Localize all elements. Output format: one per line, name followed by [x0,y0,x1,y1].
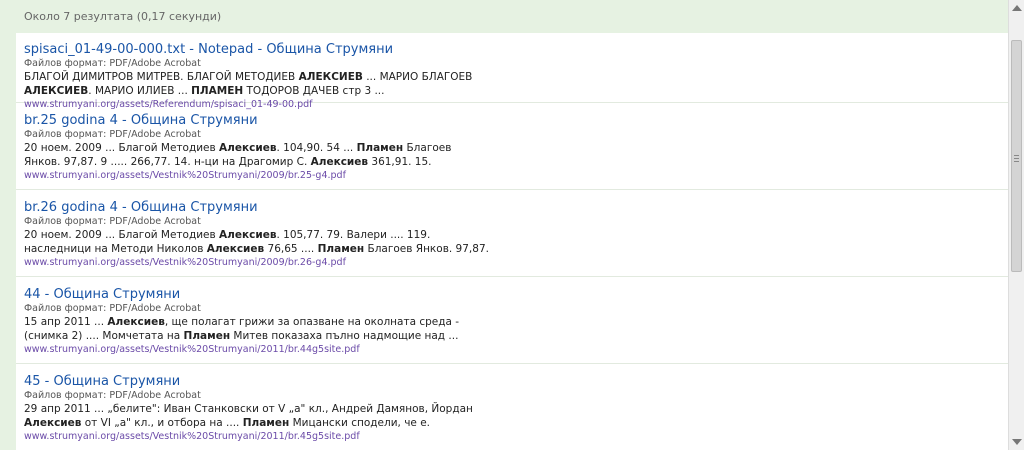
result-snippet-line: 29 апр 2011 ... „белите": Иван Станковск… [24,402,1000,416]
snippet-text: 361,91. 15. [368,156,432,168]
vertical-scrollbar[interactable] [1008,0,1024,450]
snippet-highlight: Пламен [242,417,290,429]
result-title-link[interactable]: 44 - Община Струмяни [24,287,1000,303]
snippet-highlight: Пламен [317,243,365,255]
scroll-down-arrow-icon[interactable] [1012,439,1022,445]
snippet-text: Мицански сподели, че е. [289,417,431,429]
file-format-label: Файлов формат: PDF/Adobe Acrobat [24,129,201,140]
snippet-text: . 104,90. 54 ... [276,142,357,154]
snippet-text: . 105,77. 79. Валери .... 119. [276,229,431,241]
search-result: 45 - Община Струмяни Файлов формат: PDF/A… [16,364,1008,450]
result-title-link[interactable]: 45 - Община Струмяни [24,374,1000,390]
result-url[interactable]: www.strumyani.org/assets/Vestnik%20Strum… [24,430,1000,443]
search-result: br.26 godina 4 - Община Струмяни Файлов ф… [16,190,1008,277]
result-url[interactable]: www.strumyani.org/assets/Vestnik%20Strum… [24,343,1000,356]
snippet-text: 15 апр 2011 ... [24,316,108,328]
snippet-text: ТОДОРОВ ДАЧЕВ стр 3 ... [243,85,385,97]
result-snippet-line: (снимка 2) .... Момчетата на Пламен Мите… [24,329,1000,343]
scroll-up-arrow-icon[interactable] [1012,5,1022,11]
snippet-text: Благоев [403,142,452,154]
snippet-text: ... МАРИО БЛАГОЕВ [362,71,473,83]
snippet-text: (снимка 2) .... Момчетата на [24,330,184,342]
snippet-highlight: Алексиев [24,417,82,429]
file-format-label: Файлов формат: PDF/Adobe Acrobat [24,216,201,227]
snippet-highlight: ПЛАМЕН [191,85,244,97]
results-panel: spisaci_01-49-00-000.txt - Notepad - Общ… [16,33,1008,450]
result-snippet-line: 20 ноем. 2009 ... Благой Методиев Алекси… [24,141,1000,155]
snippet-text: 20 ноем. 2009 ... Благой Методиев [24,229,220,241]
result-snippet-line: наследници на Методи Николов Алексиев 76… [24,242,1000,256]
snippet-highlight: АЛЕКСИЕВ [298,71,363,83]
result-snippet-line: БЛАГОЙ ДИМИТРОВ МИТРЕВ. БЛАГОЙ МЕТОДИЕВ … [24,70,1000,84]
grip-icon [1014,155,1019,156]
snippet-highlight: АЛЕКСИЕВ [24,85,89,97]
snippet-highlight: Алексиев [219,229,277,241]
search-result: spisaci_01-49-00-000.txt - Notepad - Общ… [16,33,1008,110]
snippet-highlight: Пламен [356,142,404,154]
result-snippet-line: 20 ноем. 2009 ... Благой Методиев Алекси… [24,228,1000,242]
result-title-link[interactable]: br.26 godina 4 - Община Струмяни [24,200,1000,216]
result-title-link[interactable]: spisaci_01-49-00-000.txt - Notepad - Общ… [24,42,1000,58]
snippet-highlight: Алексиев [107,316,165,328]
scrollbar-thumb[interactable] [1011,40,1022,272]
snippet-text: , ще полагат грижи за опазване на околна… [164,316,460,328]
snippet-text: от VI „а" кл., и отбора на .... [81,417,243,429]
snippet-text: Благоев Янков. 97,87. [364,243,489,255]
result-snippet-line: АЛЕКСИЕВ. МАРИО ИЛИЕВ ... ПЛАМЕН ТОДОРОВ… [24,84,1000,98]
snippet-text: 76,65 .... [264,243,318,255]
result-url[interactable]: www.strumyani.org/assets/Vestnik%20Strum… [24,169,1000,182]
snippet-text: наследници на Методи Николов [24,243,207,255]
snippet-text: Митев показаха пълно надмощие над ... [230,330,459,342]
snippet-text: . МАРИО ИЛИЕВ ... [88,85,192,97]
result-url[interactable]: www.strumyani.org/assets/Vestnik%20Strum… [24,256,1000,269]
snippet-text: БЛАГОЙ ДИМИТРОВ МИТРЕВ. БЛАГОЙ МЕТОДИЕВ [24,71,299,83]
result-snippet-line: 15 апр 2011 ... Алексиев, ще полагат гри… [24,315,1000,329]
snippet-highlight: Алексиев [219,142,277,154]
file-format-label: Файлов формат: PDF/Adobe Acrobat [24,58,201,69]
search-result: 44 - Община Струмяни Файлов формат: PDF/A… [16,277,1008,364]
search-result: br.25 godina 4 - Община Струмяни Файлов ф… [16,103,1008,190]
result-snippet-line: Янков. 97,87. 9 ..... 266,77. 14. н-ци н… [24,155,1000,169]
snippet-text: Янков. 97,87. 9 ..... 266,77. 14. н-ци н… [24,156,311,168]
file-format-label: Файлов формат: PDF/Adobe Acrobat [24,303,201,314]
result-stats: Около 7 резултата (0,17 секунди) [24,10,222,23]
snippet-text: 29 апр 2011 ... „белите": Иван Станковск… [24,403,473,415]
result-title-link[interactable]: br.25 godina 4 - Община Струмяни [24,113,1000,129]
snippet-highlight: Пламен [183,330,231,342]
snippet-highlight: Алексиев [206,243,265,255]
snippet-highlight: Алексиев [310,156,369,168]
snippet-text: 20 ноем. 2009 ... Благой Методиев [24,142,220,154]
result-snippet-line: Алексиев от VI „а" кл., и отбора на ....… [24,416,1000,430]
file-format-label: Файлов формат: PDF/Adobe Acrobat [24,390,201,401]
